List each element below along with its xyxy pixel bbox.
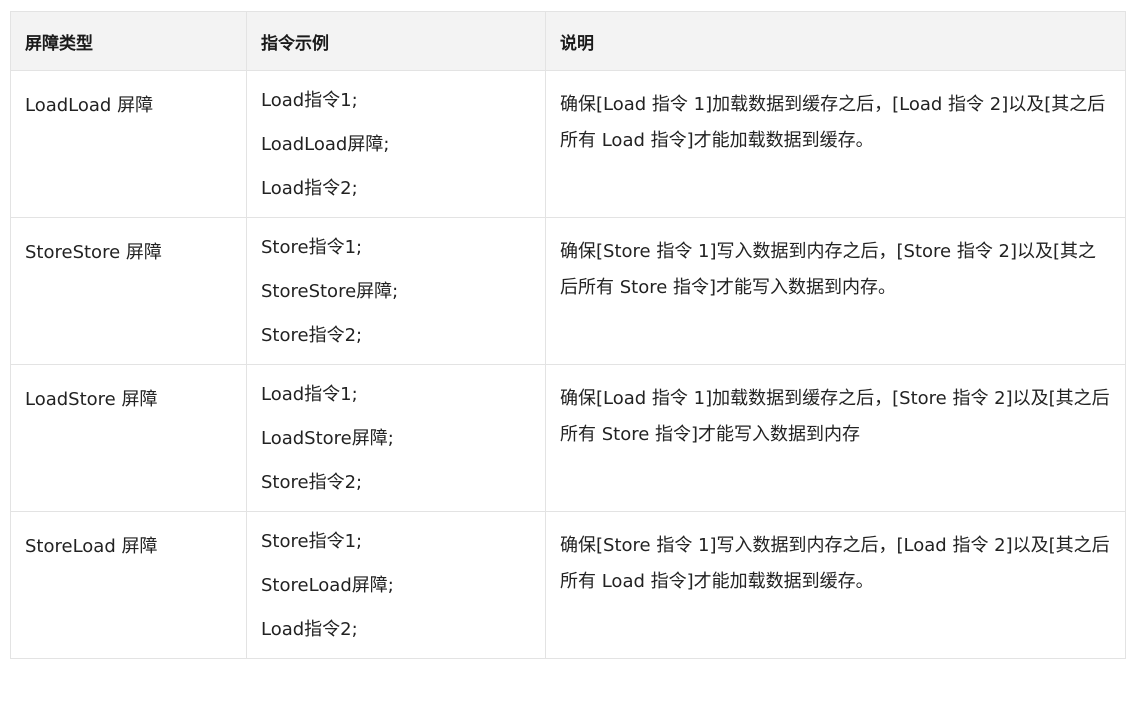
barrier-type-cell: LoadLoad 屏障: [10, 70, 247, 218]
instruction-cell: Store指令1; StoreLoad屏障; Load指令2;: [246, 511, 546, 659]
memory-barrier-table: 屏障类型 指令示例 说明 LoadLoad 屏障 Load指令1; LoadLo…: [10, 11, 1126, 659]
barrier-type-cell: StoreLoad 屏障: [10, 511, 247, 659]
description-cell: 确保[Load 指令 1]加载数据到缓存之后，[Store 指令 2]以及[其之…: [545, 364, 1126, 512]
table-body: LoadLoad 屏障 Load指令1; LoadLoad屏障; Load指令2…: [10, 70, 1126, 659]
instruction-line: StoreStore屏障;: [261, 281, 399, 302]
description-cell: 确保[Load 指令 1]加载数据到缓存之后，[Load 指令 2]以及[其之后…: [545, 70, 1126, 218]
instruction-line: Load指令2;: [261, 178, 358, 199]
instruction-cell: Load指令1; LoadStore屏障; Store指令2;: [246, 364, 546, 512]
instruction-line: Store指令2;: [261, 325, 363, 346]
header-barrier-type: 屏障类型: [10, 11, 247, 71]
instruction-line: Store指令2;: [261, 472, 363, 493]
table-header: 屏障类型 指令示例 说明: [10, 11, 1126, 71]
barrier-table-container: 屏障类型 指令示例 说明 LoadLoad 屏障 Load指令1; LoadLo…: [10, 11, 1126, 659]
description-cell: 确保[Store 指令 1]写入数据到内存之后，[Load 指令 2]以及[其之…: [545, 511, 1126, 659]
instruction-line: Load指令1;: [261, 90, 358, 111]
instruction-line: Load指令1;: [261, 384, 358, 405]
table-row: LoadStore 屏障 Load指令1; LoadStore屏障; Store…: [10, 364, 1126, 512]
description-cell: 确保[Store 指令 1]写入数据到内存之后，[Store 指令 2]以及[其…: [545, 217, 1126, 365]
instruction-cell: Load指令1; LoadLoad屏障; Load指令2;: [246, 70, 546, 218]
instruction-line: Load指令2;: [261, 619, 358, 640]
header-row: 屏障类型 指令示例 说明: [10, 11, 1126, 71]
header-description: 说明: [545, 11, 1126, 71]
instruction-line: LoadStore屏障;: [261, 428, 394, 449]
instruction-cell: Store指令1; StoreStore屏障; Store指令2;: [246, 217, 546, 365]
table-row: StoreLoad 屏障 Store指令1; StoreLoad屏障; Load…: [10, 511, 1126, 659]
barrier-type-cell: LoadStore 屏障: [10, 364, 247, 512]
barrier-type-cell: StoreStore 屏障: [10, 217, 247, 365]
header-instruction-example: 指令示例: [246, 11, 546, 71]
instruction-line: StoreLoad屏障;: [261, 575, 394, 596]
table-row: LoadLoad 屏障 Load指令1; LoadLoad屏障; Load指令2…: [10, 70, 1126, 218]
instruction-line: Store指令1;: [261, 237, 363, 258]
table-row: StoreStore 屏障 Store指令1; StoreStore屏障; St…: [10, 217, 1126, 365]
instruction-line: Store指令1;: [261, 531, 363, 552]
instruction-line: LoadLoad屏障;: [261, 134, 390, 155]
